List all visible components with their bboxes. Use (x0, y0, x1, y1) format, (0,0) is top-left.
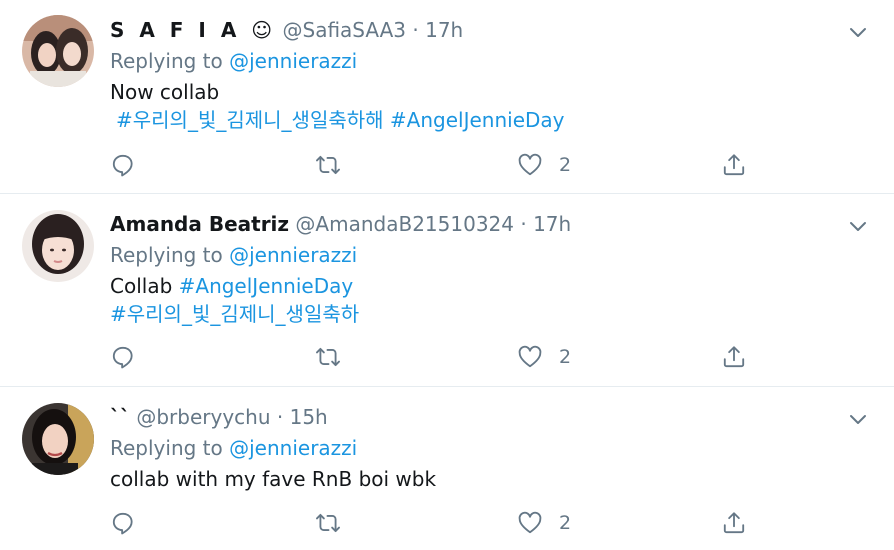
reply-button[interactable] (110, 342, 136, 372)
chevron-down-icon[interactable] (846, 20, 870, 44)
timestamp[interactable]: 17h (425, 18, 463, 42)
tweet-header: `` @brberyychu · 15h (110, 402, 328, 432)
tweet-text: collab with my fave RnB boi wbk (110, 467, 437, 491)
retweet-button[interactable] (315, 150, 341, 180)
like-button[interactable]: 2 (517, 508, 571, 538)
like-icon (517, 510, 543, 536)
like-button[interactable]: 2 (517, 150, 571, 180)
like-count: 2 (559, 346, 572, 368)
replying-to: Replying to @jennierazzi (110, 46, 357, 76)
tweet[interactable]: Amanda Beatriz @AmandaB21510324 · 17h Re… (0, 194, 894, 387)
tweet-hashtags: #우리의_빛_김제니_생일축하 (110, 299, 359, 329)
tweet[interactable]: S A F I A ☺ @SafiaSAA3 · 17h Replying to… (0, 0, 894, 194)
handle[interactable]: @SafiaSAA3 (283, 18, 407, 42)
like-icon (517, 152, 543, 178)
like-button[interactable]: 2 (517, 342, 571, 372)
reply-button[interactable] (110, 508, 136, 538)
like-icon (517, 344, 543, 370)
tweet-text: Now collab (110, 80, 220, 104)
tweet-header: Amanda Beatriz @AmandaB21510324 · 17h (110, 209, 571, 239)
replying-to: Replying to @jennierazzi (110, 240, 357, 270)
tweet[interactable]: `` @brberyychu · 15h Replying to @jennie… (0, 387, 894, 550)
replying-to-label: Replying to (110, 49, 223, 73)
hashtag-link[interactable]: #우리의_빛_김제니_생일축하해 (116, 108, 384, 132)
replying-to-label: Replying to (110, 436, 223, 460)
reply-icon (110, 344, 136, 370)
display-name[interactable]: Amanda Beatriz (110, 212, 289, 236)
chevron-down-icon[interactable] (846, 407, 870, 431)
share-icon (721, 510, 747, 536)
retweet-icon (315, 152, 341, 178)
retweet-button[interactable] (315, 342, 341, 372)
avatar[interactable] (22, 15, 94, 87)
tweet-hashtags: #우리의_빛_김제니_생일축하해 #AngelJennieDay (116, 105, 565, 135)
hashtag-link[interactable]: #우리의_빛_김제니_생일축하 (110, 302, 359, 326)
display-name[interactable]: `` (110, 405, 130, 429)
reply-icon (110, 510, 136, 536)
share-icon (721, 344, 747, 370)
timestamp[interactable]: 17h (533, 212, 571, 236)
mention-link[interactable]: @jennierazzi (229, 436, 357, 460)
hashtag-link[interactable]: #AngelJennieDay (179, 274, 354, 298)
retweet-button[interactable] (315, 508, 341, 538)
tweet-actions: 2 (110, 508, 750, 538)
display-name[interactable]: S A F I A ☺ (110, 18, 276, 42)
like-count: 2 (559, 154, 572, 176)
avatar[interactable] (22, 210, 94, 282)
like-count: 2 (559, 512, 572, 534)
timestamp[interactable]: 15h (290, 405, 328, 429)
handle[interactable]: @brberyychu (136, 405, 270, 429)
replying-to: Replying to @jennierazzi (110, 433, 357, 463)
chevron-down-icon[interactable] (846, 214, 870, 238)
tweet-actions: 2 (110, 342, 750, 372)
handle[interactable]: @AmandaB21510324 (295, 212, 514, 236)
separator-dot: · (520, 212, 527, 236)
share-button[interactable] (721, 342, 747, 372)
share-button[interactable] (721, 508, 747, 538)
retweet-icon (315, 344, 341, 370)
tweet-text-content: Collab (110, 274, 173, 298)
mention-link[interactable]: @jennierazzi (229, 243, 357, 267)
share-button[interactable] (721, 150, 747, 180)
reply-icon (110, 152, 136, 178)
retweet-icon (315, 510, 341, 536)
tweet-header: S A F I A ☺ @SafiaSAA3 · 17h (110, 15, 463, 45)
reply-button[interactable] (110, 150, 136, 180)
share-icon (721, 152, 747, 178)
avatar[interactable] (22, 403, 94, 475)
separator-dot: · (412, 18, 419, 42)
replying-to-label: Replying to (110, 243, 223, 267)
hashtag-link[interactable]: #AngelJennieDay (390, 108, 565, 132)
mention-link[interactable]: @jennierazzi (229, 49, 357, 73)
separator-dot: · (276, 405, 284, 429)
tweet-actions: 2 (110, 150, 750, 180)
tweet-text: Collab #AngelJennieDay (110, 271, 353, 301)
